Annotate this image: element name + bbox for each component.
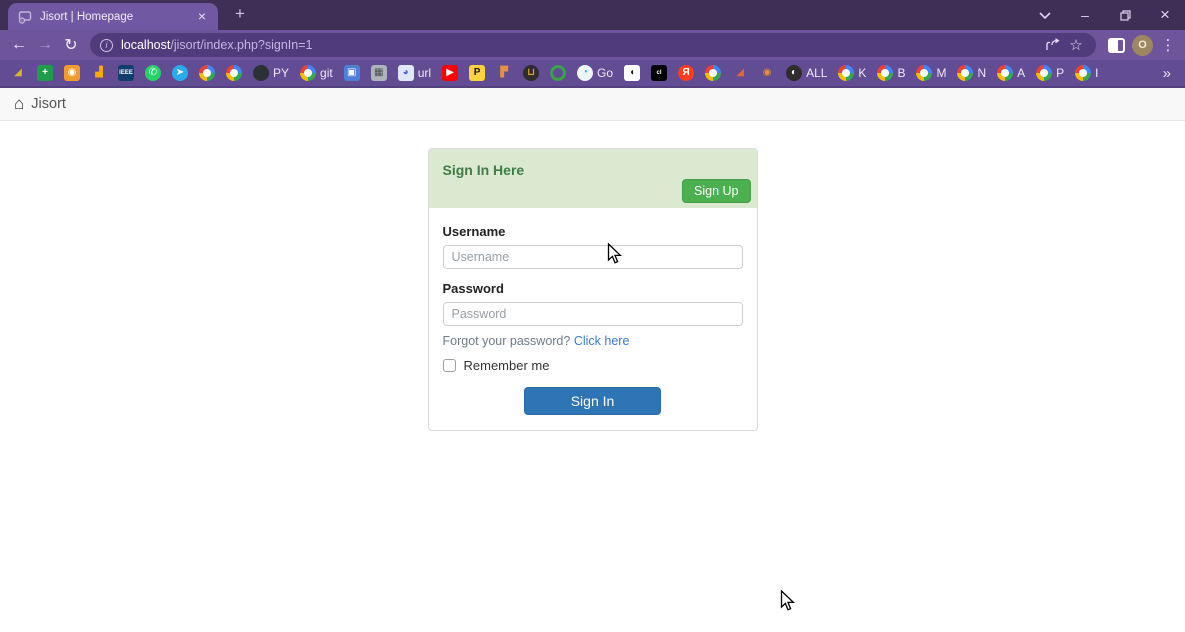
youtube-icon[interactable]: ▶ xyxy=(442,65,459,81)
tab-search-chevron-icon[interactable] xyxy=(1025,0,1065,30)
url-text: localhost/jisort/index.php?signIn=1 xyxy=(121,38,1040,52)
signin-card: Sign In Here Sign Up Username Password F… xyxy=(427,148,758,431)
side-panel-icon[interactable] xyxy=(1104,34,1128,56)
whatsapp-icon[interactable]: ✆ xyxy=(145,65,161,81)
google-icon[interactable] xyxy=(199,65,215,81)
browser-tab[interactable]: Jisort | Homepage × xyxy=(8,3,218,30)
remember-me-label: Remember me xyxy=(463,358,550,373)
browser-menu-icon[interactable]: ⋮ xyxy=(1157,36,1179,54)
remember-me-checkbox[interactable] xyxy=(442,359,456,372)
url-path: /jisort/index.php?signIn=1 xyxy=(170,38,313,52)
adsense-icon[interactable]: ◢ xyxy=(10,65,26,81)
sign-up-button[interactable]: Sign Up xyxy=(682,179,751,203)
site-navbar: ⌂ Jisort xyxy=(0,88,1185,121)
forward-icon[interactable]: → xyxy=(32,33,58,57)
google-icon[interactable]: A xyxy=(997,65,1025,81)
address-bar[interactable]: i localhost/jisort/index.php?signIn=1 ☆ xyxy=(90,33,1096,57)
bookmarks-overflow-icon[interactable]: » xyxy=(1163,65,1175,82)
browser-titlebar: Jisort | Homepage × + – × xyxy=(0,0,1185,30)
bookmarks-bar: ◢ + ◉ ▟ IEEE ✆ ➤ PY git ▣ ▦ ◕ url ▶ P ▛ ⊔ ◔ Go ◖ cl Я ◢ ◉ ◐ ALL K B… xyxy=(0,60,1185,88)
profile-avatar[interactable]: O xyxy=(1132,34,1153,56)
google-icon[interactable]: P xyxy=(1036,65,1064,81)
reload-icon[interactable]: ↻ xyxy=(58,33,84,57)
username-label: Username xyxy=(442,224,506,239)
tab-title: Jisort | Homepage xyxy=(40,10,134,23)
matlab-icon[interactable]: ◢ xyxy=(732,65,748,81)
google-icon[interactable]: K xyxy=(838,65,866,81)
duck-icon[interactable]: ◖ xyxy=(624,65,641,81)
page-content: Sign In Here Sign Up Username Password F… xyxy=(0,148,1185,626)
globe-icon[interactable]: ◐ ALL xyxy=(786,65,827,81)
google-icon[interactable]: M xyxy=(916,65,946,81)
remember-me-row: Remember me xyxy=(442,358,743,373)
signin-card-header: Sign In Here Sign Up xyxy=(428,149,757,208)
close-window-button[interactable]: × xyxy=(1145,0,1185,30)
url-shortener-icon[interactable]: ◕ url xyxy=(397,65,431,81)
google-icon[interactable] xyxy=(226,65,242,81)
radio-icon[interactable]: ▦ xyxy=(370,65,387,81)
minimize-button[interactable]: – xyxy=(1065,0,1105,30)
back-icon[interactable]: ← xyxy=(6,33,32,57)
analytics-icon[interactable]: ▟ xyxy=(91,65,107,81)
url-host: localhost xyxy=(121,38,171,52)
new-tab-button[interactable]: + xyxy=(228,2,252,26)
google-icon[interactable]: I xyxy=(1075,65,1099,81)
browser-toolbar: ← → ↻ i localhost/jisort/index.php?signI… xyxy=(0,30,1185,60)
ieee-icon[interactable]: IEEE xyxy=(118,65,134,81)
username-input[interactable] xyxy=(442,245,743,269)
tab-close-icon[interactable]: × xyxy=(194,8,210,25)
tab-favicon xyxy=(18,10,32,24)
sheets-cross-icon[interactable]: + xyxy=(37,65,53,81)
cart-icon[interactable]: ⊔ xyxy=(523,65,540,81)
google-icon[interactable]: B xyxy=(877,65,905,81)
google-icon[interactable]: git xyxy=(300,65,333,81)
github-icon[interactable]: PY xyxy=(253,65,289,81)
site-info-icon[interactable]: i xyxy=(100,38,113,52)
p-yellow-icon[interactable]: P xyxy=(469,65,486,81)
craigslist-icon[interactable]: cl xyxy=(651,65,668,81)
signin-title: Sign In Here xyxy=(442,162,525,178)
password-input[interactable] xyxy=(442,302,743,326)
film-icon[interactable]: ▣ xyxy=(343,65,360,81)
bookmark-star-icon[interactable]: ☆ xyxy=(1064,34,1088,56)
brand-link[interactable]: Jisort xyxy=(31,96,66,112)
forgot-password-text: Forgot your password? xyxy=(442,334,571,348)
restore-button[interactable] xyxy=(1105,0,1145,30)
google-icon[interactable] xyxy=(705,65,722,81)
green-ring-icon[interactable] xyxy=(550,65,567,81)
forgot-password-link[interactable]: Click here xyxy=(574,334,630,348)
telegram-icon[interactable]: ➤ xyxy=(172,65,188,81)
yandex-icon[interactable]: Я xyxy=(678,65,695,81)
orange-eye-icon[interactable]: ◉ xyxy=(759,65,775,81)
google-icon[interactable]: N xyxy=(957,65,986,81)
home-icon[interactable]: ⌂ xyxy=(14,94,24,114)
movie-camera-icon[interactable]: ▛ xyxy=(496,65,512,81)
password-label: Password xyxy=(442,281,504,296)
sign-in-button[interactable]: Sign In xyxy=(524,387,661,415)
share-icon[interactable] xyxy=(1040,34,1064,56)
camera-orange-icon[interactable]: ◉ xyxy=(64,65,80,81)
signin-card-body: Username Password Forgot your password? … xyxy=(429,208,757,430)
forgot-password-row: Forgot your password? Click here xyxy=(443,334,743,348)
go-spiral-icon[interactable]: ◔ Go xyxy=(577,65,613,81)
